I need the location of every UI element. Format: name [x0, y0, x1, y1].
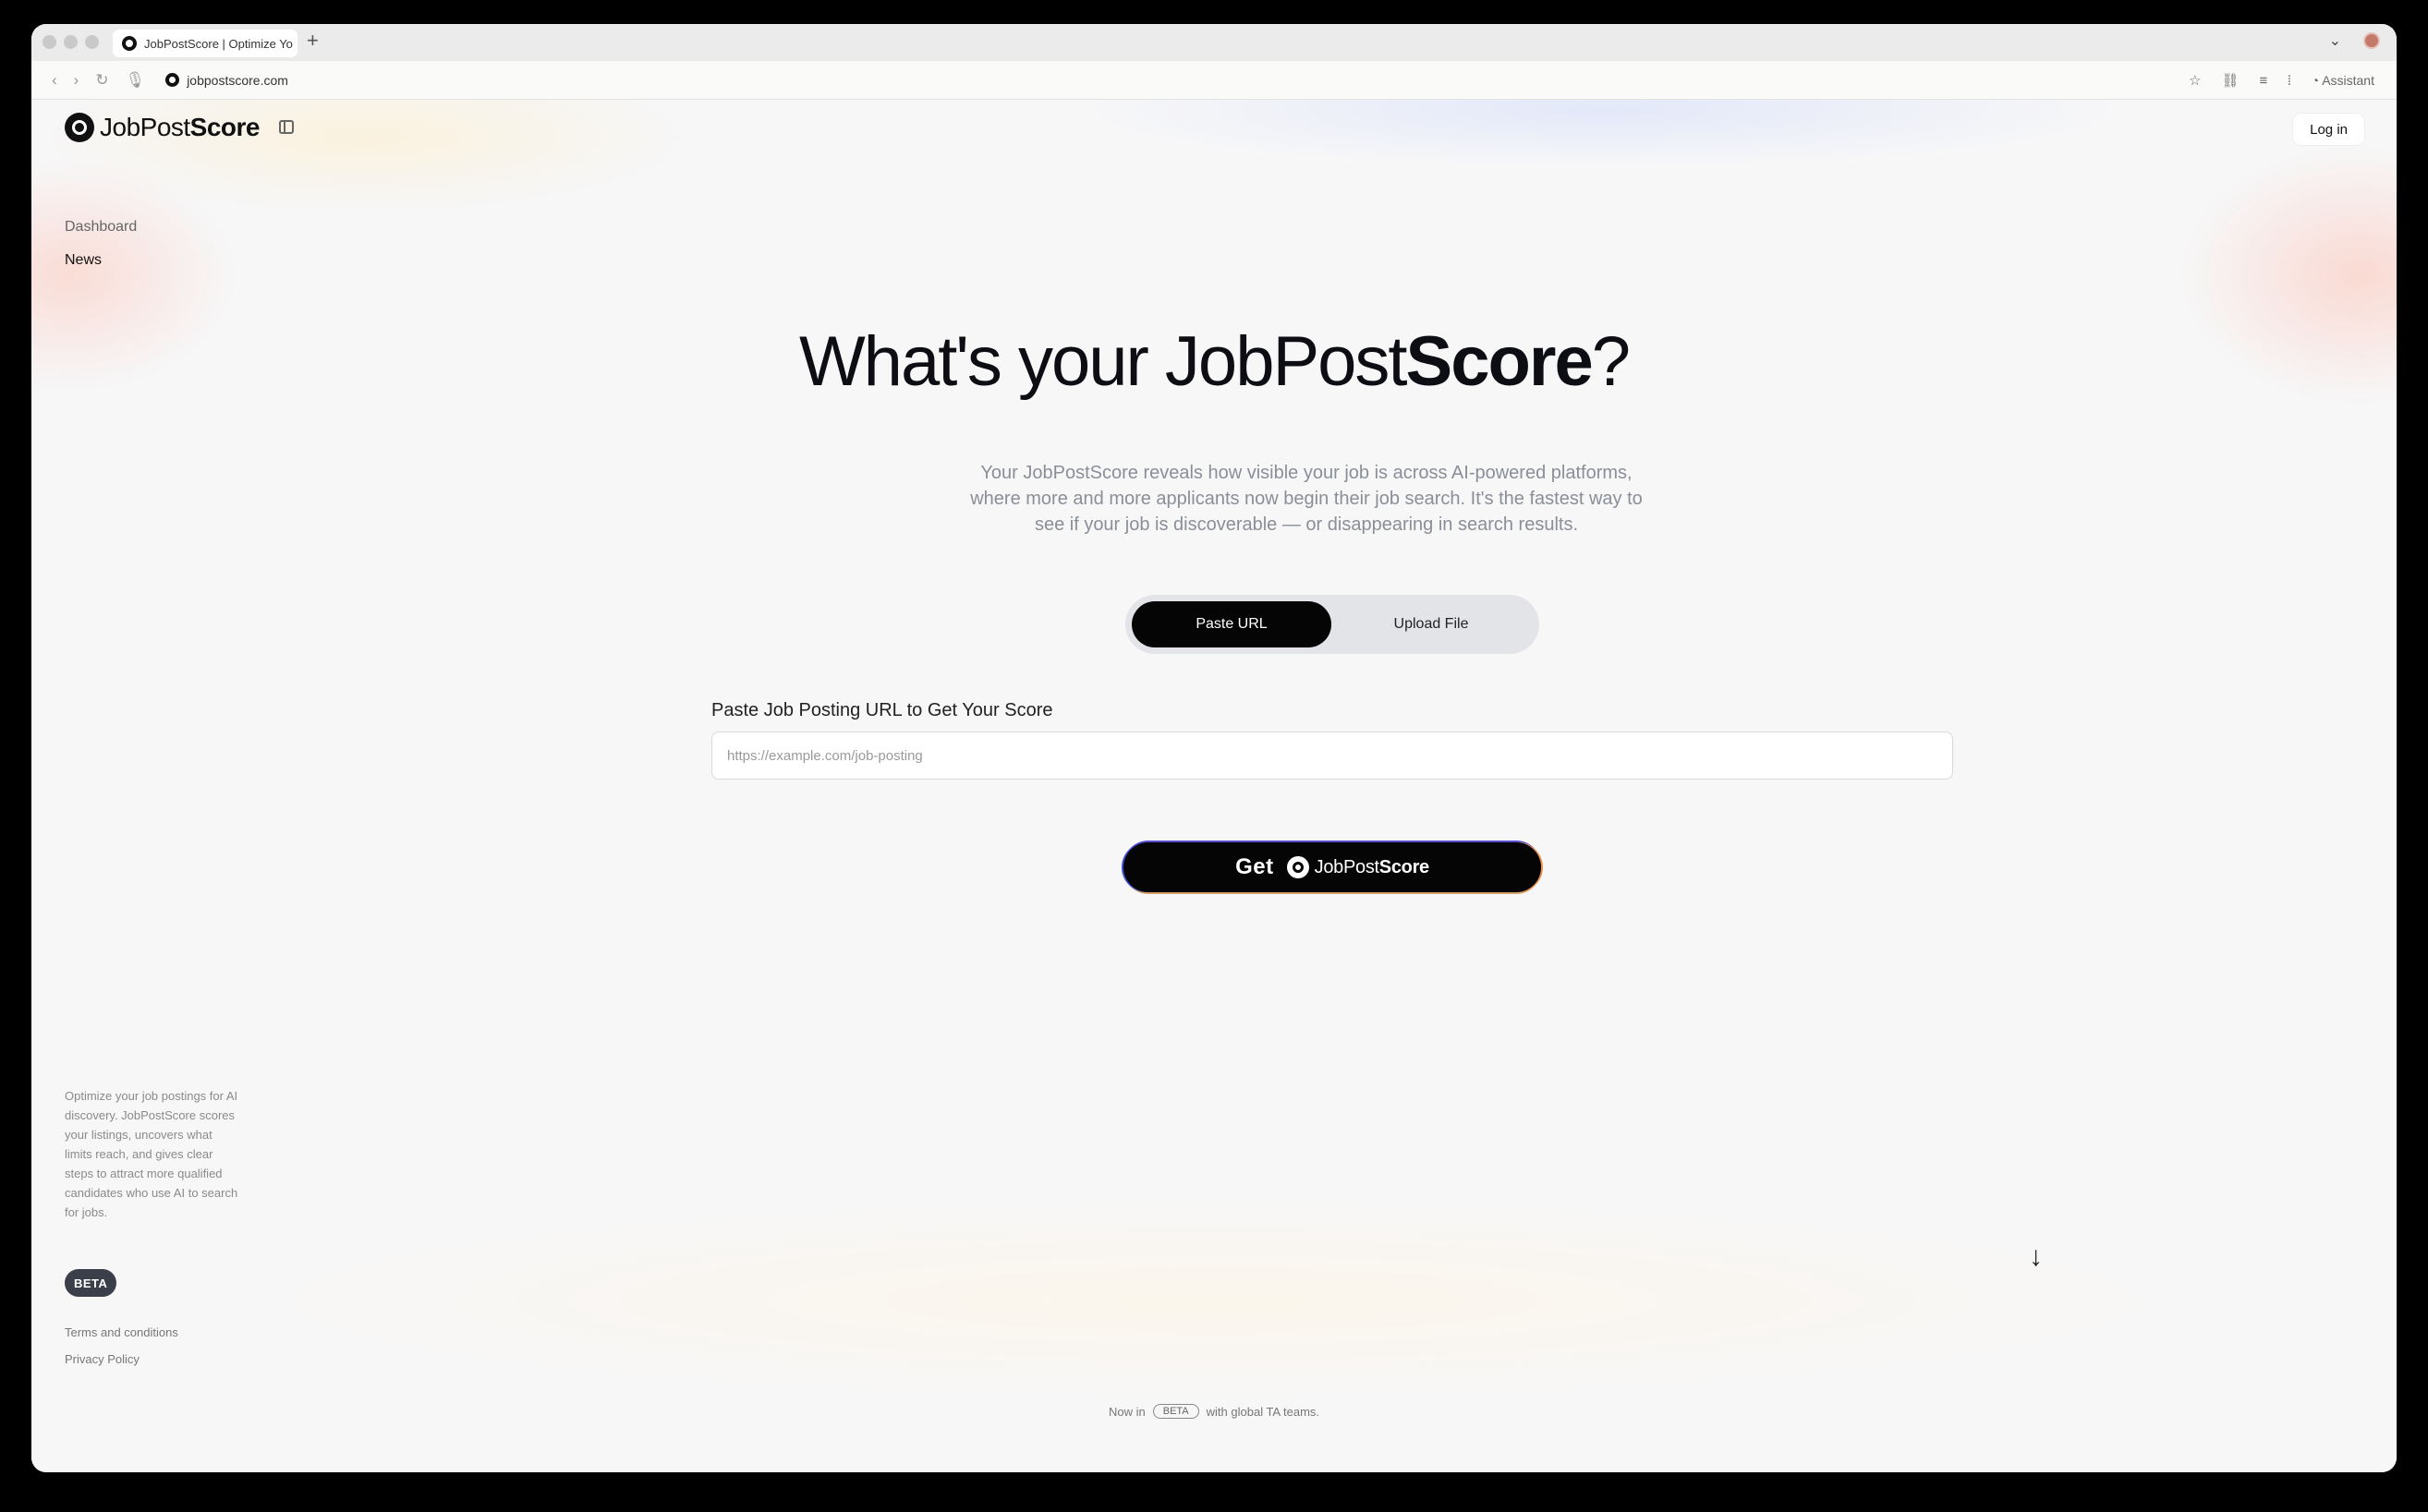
logo-text-regular: JobPost: [100, 113, 190, 141]
footer-beta-badge: BETA: [1152, 1404, 1199, 1419]
terms-link[interactable]: Terms and conditions: [65, 1319, 178, 1346]
privacy-link[interactable]: Privacy Policy: [65, 1346, 178, 1373]
link-icon[interactable]: ⛓: [2221, 72, 2239, 89]
logo[interactable]: JobPostScore: [65, 113, 261, 142]
tab-list-chevron-icon[interactable]: ⌄: [2329, 31, 2341, 50]
microphone-icon[interactable]: 🎙: [126, 71, 146, 90]
title-suffix: ?: [1591, 322, 1631, 401]
logo-text-bold: Score: [189, 113, 261, 141]
window-controls: [42, 35, 99, 49]
tab-paste-url[interactable]: Paste URL: [1132, 601, 1331, 647]
beta-badge: BETA: [65, 1269, 117, 1297]
page-title: What's your JobPostScore?: [31, 321, 2397, 402]
get-label: Get: [1235, 854, 1274, 879]
logo-text: JobPostScore: [100, 113, 261, 142]
cta-brand: JobPostScore: [1314, 856, 1430, 878]
site-favicon-icon: [165, 73, 180, 87]
bookmark-star-icon[interactable]: ☆: [2189, 72, 2201, 89]
footer-suffix: with global TA teams.: [1206, 1404, 1320, 1419]
title-prefix: What's your JobPost: [798, 322, 1408, 401]
page-subtitle: Your JobPostScore reveals how visible yo…: [970, 463, 1643, 535]
audio-icon[interactable]: ⦙: [2288, 73, 2290, 89]
assistant-label: Assistant: [2322, 73, 2374, 88]
zoom-window-button[interactable]: [85, 35, 99, 49]
sidebar-nav: Dashboard News: [65, 211, 137, 277]
nav-buttons: ‹ › ↻ 🎙: [52, 71, 145, 90]
sidebar-description: Optimize your job postings for AI discov…: [65, 1089, 238, 1219]
assistant-button[interactable]: ◔ Assistant: [2312, 73, 2374, 88]
address-bar: ‹ › ↻ 🎙 jobpostscore.com ☆ ⛓ ≡ ⦙ ◔ Assis…: [31, 61, 2397, 100]
new-tab-button[interactable]: +: [307, 29, 319, 53]
back-icon[interactable]: ‹: [52, 71, 57, 90]
tab-upload-file[interactable]: Upload File: [1331, 601, 1531, 647]
login-button[interactable]: Log in: [2292, 113, 2365, 146]
sidebar-item-news[interactable]: News: [65, 244, 137, 277]
tab-bar: JobPostScore | Optimize Yo + ⌄: [31, 24, 2397, 61]
favicon-icon: [122, 36, 137, 51]
tab-title: JobPostScore | Optimize Yo: [144, 36, 293, 51]
input-mode-toggle: Paste URL Upload File: [1125, 595, 1539, 654]
sidebar-item-dashboard[interactable]: Dashboard: [65, 211, 137, 244]
url-field[interactable]: jobpostscore.com: [165, 73, 288, 88]
arrow-down-icon[interactable]: ↓: [2029, 1241, 2043, 1273]
reader-icon[interactable]: ≡: [2259, 73, 2267, 89]
brand-mark-icon: [1286, 856, 1309, 878]
tabbar-right: ⌄: [2329, 31, 2380, 50]
sidebar-toggle-icon[interactable]: [279, 120, 294, 134]
page: JobPostScore Log in Dashboard News Optim…: [31, 100, 2397, 1472]
url-input-label: Paste Job Posting URL to Get Your Score: [711, 700, 1053, 720]
get-score-button[interactable]: Get JobPostScore: [1123, 842, 1541, 892]
footer-note: Now in BETA with global TA teams.: [31, 1404, 2397, 1419]
reload-icon[interactable]: ↻: [95, 71, 108, 90]
address-bar-tools: ☆ ⛓ ≡ ⦙ ◔ Assistant: [2189, 61, 2374, 100]
close-window-button[interactable]: [42, 35, 56, 49]
job-url-input[interactable]: [711, 732, 1953, 780]
minimize-window-button[interactable]: [64, 35, 78, 49]
url-text: jobpostscore.com: [187, 72, 288, 88]
logo-mark-icon: [65, 113, 94, 142]
browser-tab[interactable]: JobPostScore | Optimize Yo: [113, 30, 297, 57]
profile-avatar[interactable]: [2363, 32, 2380, 49]
cta-brand-bold: Score: [1378, 856, 1429, 877]
title-bold: Score: [1405, 322, 1594, 401]
forward-icon[interactable]: ›: [74, 71, 79, 90]
sidebar-links: Terms and conditions Privacy Policy: [65, 1319, 178, 1373]
footer-prefix: Now in: [1108, 1404, 1146, 1419]
cta-brand-regular: JobPost: [1314, 856, 1379, 877]
browser-window: JobPostScore | Optimize Yo + ⌄ ‹ › ↻ 🎙 j…: [31, 24, 2397, 1472]
